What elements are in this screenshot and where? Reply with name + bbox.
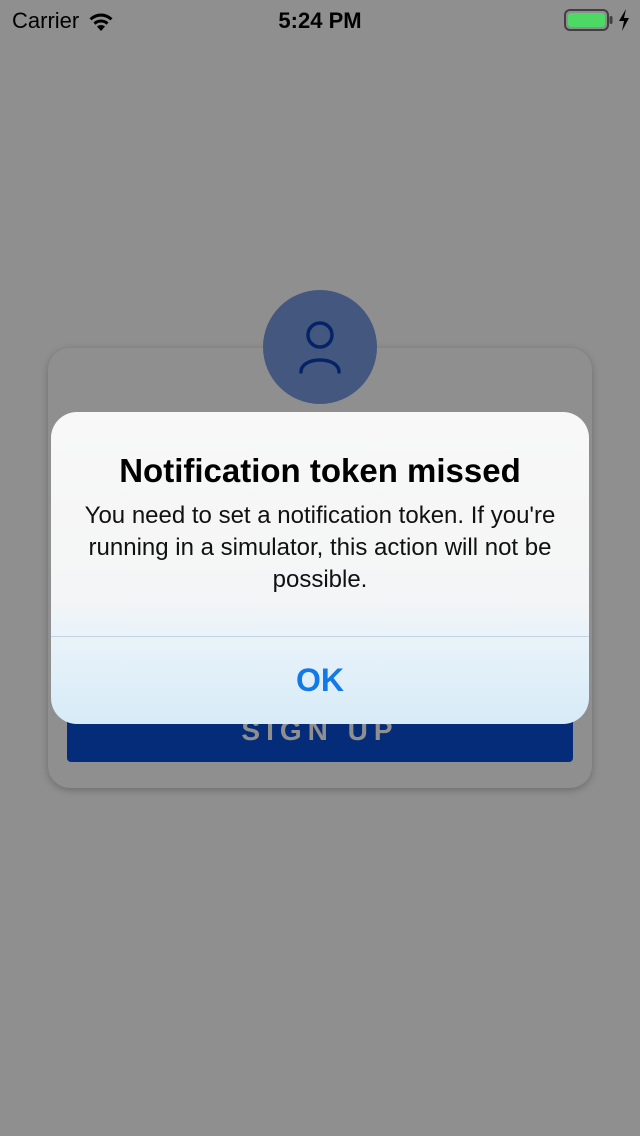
screen: SIGN UP Carrier 5:24 PM Notification tok… <box>0 0 640 1136</box>
alert-title: Notification token missed <box>119 452 521 489</box>
alert-message: You need to set a notification token. If… <box>84 502 556 593</box>
status-battery <box>564 8 630 32</box>
status-bar: Carrier 5:24 PM <box>0 0 640 40</box>
ok-button[interactable]: OK <box>51 637 589 724</box>
bolt-icon <box>619 9 629 31</box>
battery-icon <box>564 9 613 31</box>
alert-dialog: Notification token missed You need to se… <box>51 412 589 724</box>
status-time: 5:24 PM <box>278 8 362 33</box>
